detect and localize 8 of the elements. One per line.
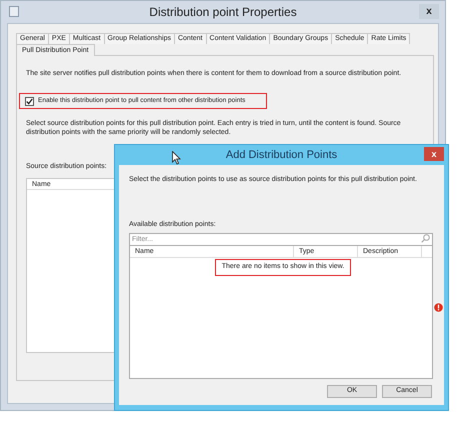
close-button[interactable]: x	[424, 147, 444, 161]
app-icon	[9, 6, 19, 17]
dialog-title: Add Distribution Points	[226, 148, 338, 163]
window-title: Distribution point Properties	[149, 4, 297, 21]
close-button[interactable]: x	[419, 4, 439, 19]
mouse-pointer-icon	[172, 151, 181, 165]
search-icon	[421, 234, 430, 243]
check-icon	[26, 98, 33, 104]
